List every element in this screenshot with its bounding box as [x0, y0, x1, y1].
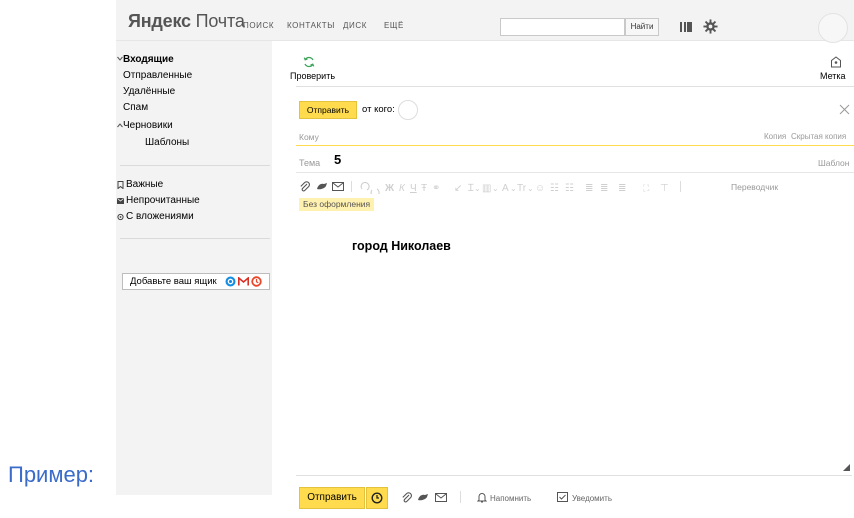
svg-text:≣: ≣ [585, 183, 593, 194]
envelope-icon [117, 198, 124, 204]
add-mailbox-label: Добавьте ваш ящик [130, 276, 217, 287]
template-link[interactable]: Шаблон [818, 158, 849, 168]
bcc-link[interactable]: Скрытая копия [791, 132, 846, 141]
example-caption: Пример: [8, 462, 95, 487]
svg-text:Ж: Ж [384, 183, 395, 194]
svg-text:К: К [399, 183, 406, 194]
svg-text:Tr: Tr [517, 183, 527, 194]
paperclip-icon [117, 213, 124, 221]
nav-search[interactable]: ПОИСК [243, 21, 274, 30]
svg-text:↙: ↙ [454, 183, 462, 194]
tag-icon[interactable] [830, 56, 842, 68]
checkbox-icon[interactable] [557, 492, 568, 502]
folder-spam[interactable]: Спам [123, 102, 148, 113]
svg-text:☺: ☺ [535, 183, 545, 194]
svg-text:⚭: ⚭ [432, 183, 440, 194]
subject-divider [296, 172, 854, 173]
svg-text:☷: ☷ [565, 183, 574, 194]
rambler-icon [251, 276, 262, 287]
sidebar-divider [120, 238, 270, 239]
yandex-mail-logo[interactable]: Яндекс Почта [128, 11, 245, 32]
translator-button[interactable]: Переводчик [731, 182, 778, 192]
find-button[interactable]: Найти [625, 18, 659, 36]
disk-attach-icon[interactable] [316, 182, 328, 191]
send-later-button[interactable] [366, 487, 388, 509]
layout-switch-icon[interactable] [679, 20, 693, 34]
sender-avatar[interactable] [398, 100, 418, 120]
svg-text:Ч: Ч [410, 183, 417, 194]
notify-button[interactable]: Уведомить [572, 494, 612, 503]
mail-attach-icon[interactable] [332, 182, 344, 191]
label-button[interactable]: Метка [820, 71, 846, 81]
to-field[interactable]: Кому [299, 132, 319, 142]
avatar[interactable] [818, 13, 848, 43]
svg-text:A: A [502, 183, 509, 194]
footer-separator [460, 491, 461, 503]
mail-attach-icon[interactable] [435, 493, 447, 502]
svg-text:⛶: ⛶ [642, 183, 650, 193]
send-button-top[interactable]: Отправить [299, 101, 357, 119]
footer-divider [296, 475, 852, 476]
svg-text:▥: ▥ [482, 183, 491, 194]
label-important[interactable]: Важные [126, 179, 163, 190]
svg-text:⌄: ⌄ [510, 184, 517, 193]
mailru-icon [225, 276, 236, 287]
toolbar-divider [296, 86, 854, 87]
folder-inbox[interactable]: Входящие [123, 54, 174, 65]
nav-disk[interactable]: ДИСК [343, 21, 367, 30]
folder-templates[interactable]: Шаблоны [145, 137, 189, 148]
label-attachments[interactable]: С вложениями [126, 211, 194, 222]
svg-text:⌄: ⌄ [527, 184, 534, 193]
copy-link[interactable]: Копия [764, 132, 786, 141]
settings-gear-icon[interactable] [703, 19, 718, 34]
label-unread[interactable]: Непрочитанные [126, 195, 200, 206]
from-label: от кого: [362, 104, 395, 115]
subject-label: Тема [299, 158, 321, 168]
sidebar-divider [120, 165, 270, 166]
close-icon[interactable] [839, 104, 850, 115]
disk-attach-icon[interactable] [417, 493, 429, 502]
resize-handle-icon[interactable] [843, 464, 850, 471]
nav-contacts[interactable]: КОНТАКТЫ [287, 21, 335, 30]
clock-icon [371, 492, 383, 504]
svg-text:⌄: ⌄ [474, 184, 481, 193]
gmail-icon [238, 277, 249, 286]
bookmark-icon [117, 181, 124, 189]
subject-field[interactable]: 5 [334, 152, 341, 167]
svg-text:⌄: ⌄ [492, 184, 499, 193]
folder-deleted[interactable]: Удалённые [123, 86, 175, 97]
refresh-icon[interactable] [303, 56, 315, 68]
svg-text:⊤: ⊤ [660, 183, 669, 194]
attach-icon[interactable] [299, 181, 310, 192]
attach-icon[interactable] [401, 492, 412, 503]
svg-text:☷: ☷ [550, 183, 559, 194]
folder-sent[interactable]: Отправленные [123, 70, 192, 81]
bell-icon[interactable] [477, 492, 487, 503]
to-field-underline [296, 145, 854, 146]
check-mail-button[interactable]: Проверить [290, 71, 335, 81]
nav-more[interactable]: ЕЩЁ [384, 21, 404, 30]
search-input[interactable] [500, 18, 625, 36]
toolbar-separator [351, 181, 352, 192]
plain-format-toggle[interactable]: Без оформления [299, 198, 375, 211]
remind-button[interactable]: Напомнить [490, 494, 531, 503]
formatting-toolbar-disabled-icon: Ж К Ч Ŧ ⚭ ↙ Ɪ ⌄ ▥ ⌄ A ⌄ Tr ⌄ ☺ ☷ ☷ ≣ ≣ ≣… [360, 180, 720, 194]
svg-text:Ŧ: Ŧ [421, 183, 427, 194]
message-body[interactable]: город Николаев [352, 239, 451, 253]
send-button[interactable]: Отправить [299, 487, 365, 509]
folder-drafts[interactable]: Черновики [123, 120, 173, 131]
svg-text:≣: ≣ [618, 183, 626, 194]
svg-text:≣: ≣ [600, 183, 608, 194]
